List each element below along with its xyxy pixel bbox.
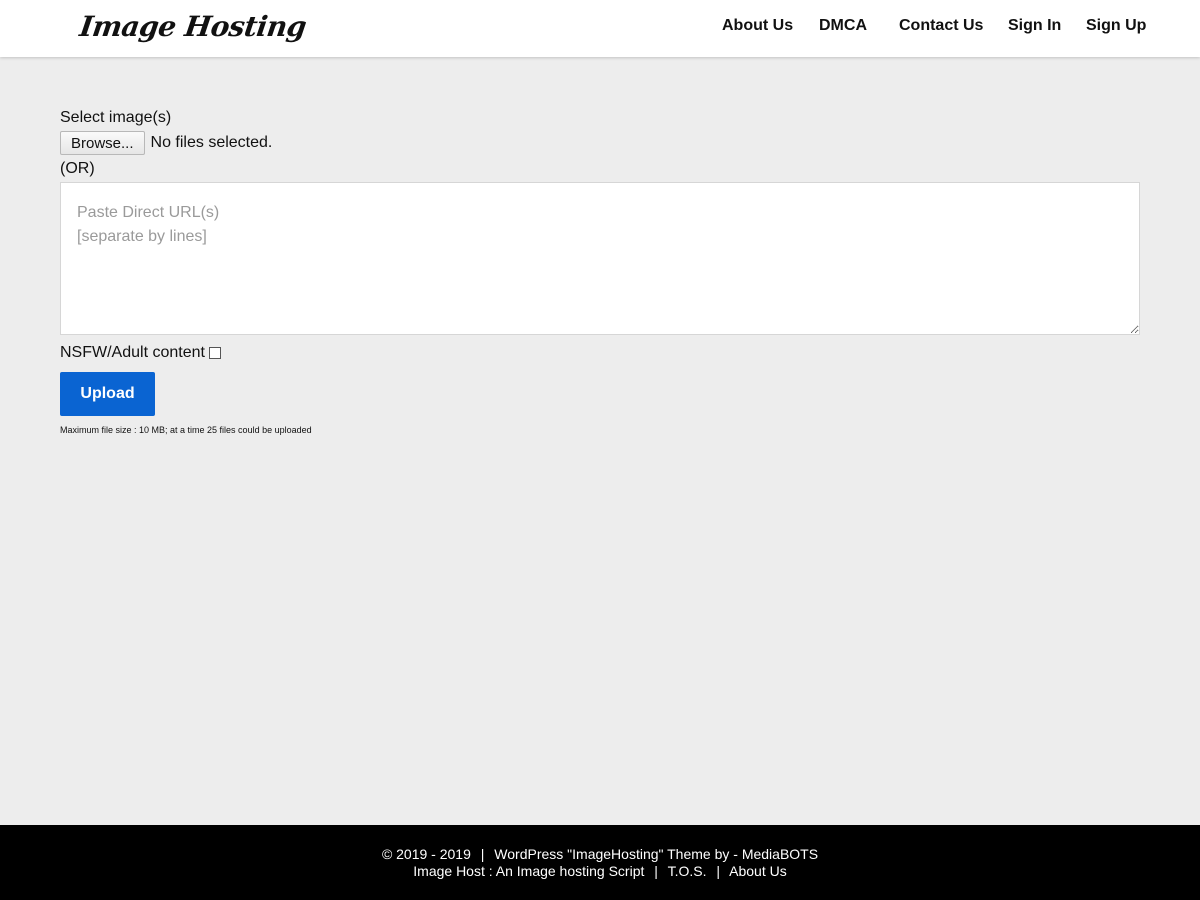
nav-dmca[interactable]: DMCA: [819, 17, 867, 35]
theme-credit-link[interactable]: WordPress "ImageHosting" Theme by - Medi…: [494, 846, 818, 862]
nsfw-option: NSFW/Adult content: [60, 343, 1140, 363]
select-images-label: Select image(s): [60, 109, 172, 126]
main-nav: About Us DMCA Contact Us Sign In Sign Up: [0, 17, 1200, 39]
footer-line-1: © 2019 - 2019 | WordPress "ImageHosting"…: [0, 846, 1200, 863]
file-status-text: No files selected.: [150, 134, 273, 151]
site-footer: © 2019 - 2019 | WordPress "ImageHosting"…: [0, 825, 1200, 900]
footer-line-2: Image Host : An Image hosting Script | T…: [0, 863, 1200, 880]
footer-separator: |: [480, 846, 485, 862]
upload-form: Select image(s) Browse... No files selec…: [60, 108, 1140, 435]
nsfw-label: NSFW/Adult content: [60, 344, 205, 361]
footer-about-link[interactable]: About Us: [729, 863, 787, 879]
nav-contact-us[interactable]: Contact Us: [899, 17, 983, 35]
file-size-note: Maximum file size : 10 MB; at a time 25 …: [60, 425, 312, 435]
footer-separator: |: [654, 863, 658, 879]
script-credit-link[interactable]: Image Host : An Image hosting Script: [413, 863, 644, 879]
nav-about-us[interactable]: About Us: [722, 17, 793, 35]
site-header: Image Hosting About Us DMCA Contact Us S…: [0, 0, 1200, 57]
nav-sign-in[interactable]: Sign In: [1008, 17, 1061, 35]
footer-separator: |: [716, 863, 720, 879]
nsfw-checkbox[interactable]: [208, 347, 221, 359]
browse-button[interactable]: Browse...: [60, 131, 145, 155]
url-input[interactable]: [60, 182, 1140, 335]
or-separator: (OR): [60, 160, 95, 177]
tos-link[interactable]: T.O.S.: [668, 863, 707, 879]
copyright-text: © 2019 - 2019: [381, 846, 471, 862]
file-picker: Browse... No files selected.: [60, 131, 1140, 155]
nav-sign-up[interactable]: Sign Up: [1086, 17, 1146, 35]
upload-button[interactable]: Upload: [60, 372, 155, 416]
